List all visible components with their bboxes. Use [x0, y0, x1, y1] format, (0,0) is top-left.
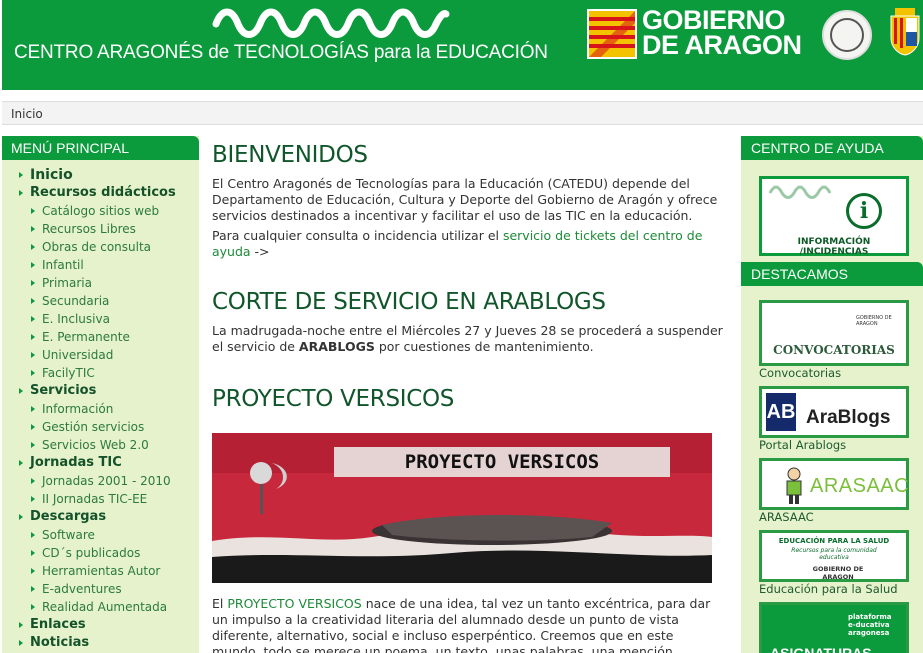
menu-item-primaria[interactable]: Primaria: [30, 274, 199, 292]
arasaac-banner[interactable]: ARASAAC: [759, 458, 909, 510]
coat-of-arms-icon: [890, 8, 920, 56]
menu-item-recursos-libres[interactable]: Recursos Libres: [30, 220, 199, 238]
gov-small-logo: GOBIERNO DE ARAGON: [856, 315, 892, 327]
welcome-paragraph: El Centro Aragonés de Tecnologías para l…: [212, 176, 718, 223]
aragon-flag-icon: [587, 9, 637, 59]
versicos-paragraph: El PROYECTO VERSICOS nace de una idea, t…: [212, 596, 711, 653]
help-center-title: CENTRO DE AYUDA: [741, 136, 923, 160]
menu-item-herramientas-autor[interactable]: Herramientas Autor: [30, 562, 199, 580]
arasaac-link[interactable]: ARASAAC: [759, 510, 814, 524]
banner-text: PROYECTO VERSICOS: [405, 451, 599, 473]
menu-item-software[interactable]: Software: [30, 526, 199, 544]
salud-banner[interactable]: EDUCACIÓN PARA LA SALUD Recursos para la…: [759, 530, 909, 582]
menu-item-obras-de-consulta[interactable]: Obras de consulta: [30, 238, 199, 256]
platform-subtitle: plataforma e-ducativa aragonesa: [848, 613, 892, 637]
menu-item-servicios-web-2-0[interactable]: Servicios Web 2.0: [30, 436, 199, 454]
arablogs-paragraph: La madrugada-noche entre el Miércoles 27…: [212, 323, 723, 354]
menu-item-noticias[interactable]: Noticias: [18, 634, 199, 652]
menu-item-jornadas-2001-2010[interactable]: Jornadas 2001 - 2010: [30, 472, 199, 490]
menu-item-e-inclusiva[interactable]: E. Inclusiva: [30, 310, 199, 328]
featured-title: DESTACAMOS: [741, 262, 923, 286]
salud-link[interactable]: Educación para la Salud: [759, 582, 898, 596]
breadcrumb-home-link[interactable]: Inicio: [11, 107, 43, 121]
menu-item-recursos-didacticos[interactable]: Recursos didácticos: [18, 184, 199, 202]
menu-item-facilytic[interactable]: FacilyTIC: [30, 364, 199, 382]
menu-item-servicios[interactable]: Servicios: [18, 382, 199, 400]
salud-gov-logo: GOBIERNO DE ARAGON: [812, 565, 864, 581]
wave-small-icon: [768, 185, 832, 199]
main-menu-panel: MENÚ PRINCIPAL Inicio Recursos didácticos…: [2, 136, 199, 653]
site-title[interactable]: CENTRO ARAGONÉS de TECNOLOGÍAS para la E…: [14, 42, 548, 64]
menu-item-e-permanente[interactable]: E. Permanente: [30, 328, 199, 346]
convocatorias-banner-text: CONVOCATORIAS: [773, 343, 895, 357]
menu-item-ii-jornadas-tic-ee[interactable]: II Jornadas TIC-EE: [30, 490, 199, 508]
info-icon: i: [846, 193, 882, 229]
menu-item-e-adventures[interactable]: E-adventures: [30, 580, 199, 598]
main-menu-list: Inicio Recursos didácticos Catálogo sitios…: [2, 160, 199, 652]
asignaturas-banner[interactable]: plataforma e-ducativa aragonesa ASIGNATU…: [759, 602, 909, 653]
child-pictogram-icon: [786, 467, 802, 504]
menu-item-infantil[interactable]: Infantil: [30, 256, 199, 274]
menu-item-jornadas-tic[interactable]: Jornadas TIC: [18, 454, 199, 472]
convocatorias-banner[interactable]: GOBIERNO DE ARAGON CONVOCATORIAS: [759, 300, 909, 366]
menu-item-secundaria[interactable]: Secundaria: [30, 292, 199, 310]
menu-item-universidad[interactable]: Universidad: [30, 346, 199, 364]
arablogs-banner-text: AraBlogs: [806, 407, 891, 428]
main-content: BIENVENIDOS El Centro Aragonés de Tecnol…: [212, 140, 727, 653]
help-box-label: INFORMACIÓN /INCIDENCIAS: [797, 237, 871, 257]
versicos-title: PROYECTO VERSICOS: [212, 386, 455, 412]
arablogs-title: CORTE DE SERVICIO EN ARABLOGS: [212, 289, 606, 315]
arablogs-banner[interactable]: AB AraBlogs: [759, 386, 909, 438]
right-sidebar: CENTRO DE AYUDA i INFORMACIÓN /INCIDENCI…: [741, 136, 923, 653]
gobierno-aragon-logo[interactable]: GOBIERNO DE ARAGON: [642, 7, 802, 60]
menu-item-gestion-servicios[interactable]: Gestión servicios: [30, 418, 199, 436]
versicos-banner-image[interactable]: PROYECTO VERSICOS: [212, 433, 712, 583]
menu-item-catalogo-sitios-web[interactable]: Catálogo sitios web: [30, 202, 199, 220]
main-menu-title: MENÚ PRINCIPAL: [2, 136, 199, 160]
ab-logo-icon: AB: [766, 393, 796, 431]
menu-item-realidad-aumentada[interactable]: Realidad Aumentada: [30, 598, 199, 616]
site-header: CENTRO ARAGONÉS de TECNOLOGÍAS para la E…: [2, 0, 923, 90]
menu-item-informacion[interactable]: Información: [30, 400, 199, 418]
convocatorias-link[interactable]: Convocatorias: [759, 366, 841, 380]
help-center-banner[interactable]: i INFORMACIÓN /INCIDENCIAS: [759, 176, 909, 257]
salud-subtitle: Recursos para la comunidad educativa: [791, 547, 877, 561]
catedu-wave-logo[interactable]: [210, 2, 450, 38]
welcome-title: BIENVENIDOS: [212, 142, 368, 168]
gov-line-2: DE ARAGON: [642, 30, 802, 60]
menu-item-cd-s-publicados[interactable]: CD´s publicados: [30, 544, 199, 562]
asignaturas-banner-text: ASIGNATURAS: [770, 645, 872, 653]
arablogs-link[interactable]: Portal Arablogs: [759, 438, 846, 452]
menu-item-descargas[interactable]: Descargas: [18, 508, 199, 526]
arasaac-banner-text: ARASAAC: [810, 475, 910, 497]
menu-item-enlaces[interactable]: Enlaces: [18, 616, 199, 634]
breadcrumb: Inicio: [2, 101, 923, 125]
versicos-link[interactable]: PROYECTO VERSICOS: [227, 596, 361, 611]
menu-item-inicio[interactable]: Inicio: [18, 166, 199, 184]
university-seal-icon: [822, 10, 872, 60]
salud-banner-text: EDUCACIÓN PARA LA SALUD: [778, 537, 890, 545]
help-paragraph: Para cualquier consulta o incidencia uti…: [212, 228, 703, 259]
